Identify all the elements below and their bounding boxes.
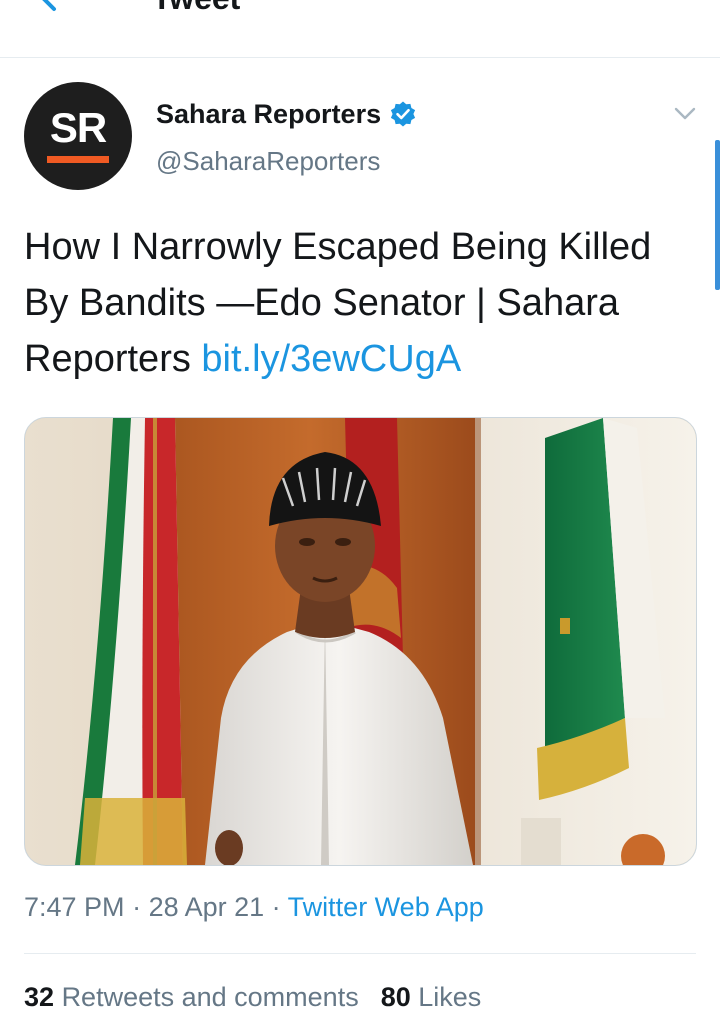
page-title: Tweet [152,0,240,18]
chevron-down-icon[interactable] [672,100,698,126]
likes-count: 80 [380,982,411,1012]
retweets-stat[interactable]: 32 Retweets and comments [24,982,359,1012]
tweet-stats: 32 Retweets and comments 80 Likes [24,982,481,1013]
likes-label: Likes [418,982,482,1012]
meta-separator: · [264,892,288,922]
avatar-logo-bar [47,156,109,163]
tweet-date: 28 Apr 21 [148,892,265,922]
verified-badge-icon [391,101,416,127]
meta-separator: · [124,892,149,922]
author-display-name[interactable]: Sahara Reporters [156,99,381,130]
scrollbar-thumb[interactable] [715,140,720,290]
tweet-time: 7:47 PM [24,892,125,922]
media-photo-illustration [25,418,696,865]
avatar[interactable]: SR [24,82,132,190]
tweet-link[interactable]: bit.ly/3ewCUgA [201,338,461,380]
divider [24,953,696,954]
author-handle[interactable]: @SaharaReporters [156,146,380,177]
avatar-logo-text: SR [49,104,107,151]
top-app-bar: Tweet [0,0,720,58]
likes-stat[interactable]: 80 Likes [381,982,482,1012]
retweets-count: 32 [24,982,55,1012]
tweet-source-link[interactable]: Twitter Web App [288,892,484,922]
author-name-row[interactable]: Sahara Reporters [156,97,417,131]
tweet-text: How I Narrowly Escaped Being Killed By B… [24,219,696,387]
tweet-meta: 7:47 PM · 28 Apr 21 · Twitter Web App [24,892,484,923]
back-arrow-icon[interactable] [36,0,76,18]
tweet-media-image[interactable] [24,417,697,866]
retweets-label: Retweets and comments [61,982,359,1012]
